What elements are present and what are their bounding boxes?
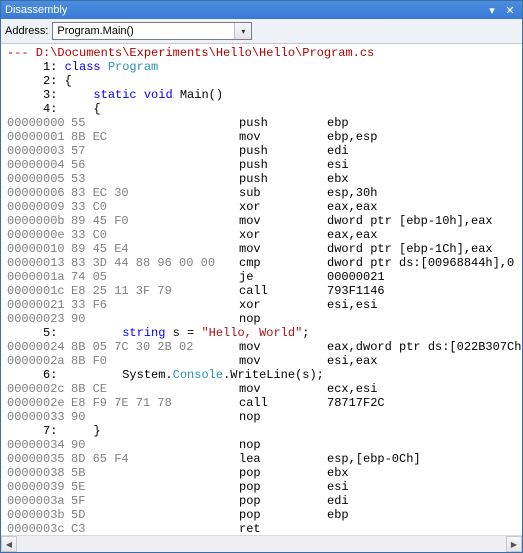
asm-line: 0000002c8B CEmovecx,esi [7, 382, 522, 396]
asm-line: 0000002eE8 F9 7E 71 78call78717F2C [7, 396, 522, 410]
source-line: 4: { [7, 102, 522, 116]
asm-line: 000000358D 65 F4leaesp,[ebp-0Ch] [7, 452, 522, 466]
address-toolbar: Address: Program.Main() ▾ [1, 19, 522, 44]
asm-line: 0000003390nop [7, 410, 522, 424]
asm-line: 0000002133 F6xoresi,esi [7, 298, 522, 312]
asm-line: 0000003490nop [7, 438, 522, 452]
horizontal-scrollbar[interactable]: ◀ ▶ [1, 535, 522, 552]
disassembly-window: Disassembly ▾ ✕ Address: Program.Main() … [0, 0, 523, 553]
source-line: 2: { [7, 74, 522, 88]
asm-line: 0000000553pushebx [7, 172, 522, 186]
asm-line: 0000000e33 C0xoreax,eax [7, 228, 522, 242]
asm-line: 0000000b89 45 F0movdword ptr [ebp-10h],e… [7, 214, 522, 228]
asm-line: 0000000357pushedi [7, 144, 522, 158]
pin-icon[interactable]: ▾ [484, 3, 500, 17]
asm-line: 0000000055pushebp [7, 116, 522, 130]
asm-line: 0000001a74 05je00000021 [7, 270, 522, 284]
asm-line: 0000003cC3ret [7, 522, 522, 536]
asm-line: 000000248B 05 7C 30 2B 02moveax,dword pt… [7, 340, 522, 354]
asm-line: 0000000683 EC 30subesp,30h [7, 186, 522, 200]
asm-line: 0000002390nop [7, 312, 522, 326]
address-label: Address: [5, 25, 48, 37]
asm-line: 0000003b5Dpopebp [7, 508, 522, 522]
asm-line: 000000018B ECmovebp,esp [7, 130, 522, 144]
window-title: Disassembly [5, 4, 482, 16]
source-file-path: --- D:\Documents\Experiments\Hello\Hello… [7, 46, 522, 60]
asm-line: 000000385Bpopebx [7, 466, 522, 480]
source-line: 6: System.Console.WriteLine(s); [7, 368, 522, 382]
scroll-left-icon[interactable]: ◀ [1, 536, 17, 552]
disassembly-content[interactable]: --- D:\Documents\Experiments\Hello\Hello… [1, 44, 522, 536]
scroll-track[interactable] [17, 536, 506, 552]
asm-line: 000000395Epopesi [7, 480, 522, 494]
asm-line: 0000001383 3D 44 88 96 00 00cmpdword ptr… [7, 256, 522, 270]
source-line: 1: class Program [7, 60, 522, 74]
source-line: 5: string s = "Hello, World"; [7, 326, 522, 340]
content-wrap: --- D:\Documents\Experiments\Hello\Hello… [1, 44, 522, 552]
chevron-down-icon[interactable]: ▾ [234, 23, 251, 39]
asm-line: 0000001cE8 25 11 3F 79call793F1146 [7, 284, 522, 298]
asm-line: 0000003a5Fpopedi [7, 494, 522, 508]
titlebar[interactable]: Disassembly ▾ ✕ [1, 1, 522, 19]
address-value: Program.Main() [53, 25, 234, 37]
asm-line: 0000002a8B F0movesi,eax [7, 354, 522, 368]
source-line: 7: } [7, 424, 522, 438]
asm-line: 0000001089 45 E4movdword ptr [ebp-1Ch],e… [7, 242, 522, 256]
scroll-right-icon[interactable]: ▶ [506, 536, 522, 552]
asm-line: 0000000933 C0xoreax,eax [7, 200, 522, 214]
address-combobox[interactable]: Program.Main() ▾ [52, 22, 252, 40]
asm-line: 0000000456pushesi [7, 158, 522, 172]
close-icon[interactable]: ✕ [502, 3, 518, 17]
source-line: 3: static void Main() [7, 88, 522, 102]
